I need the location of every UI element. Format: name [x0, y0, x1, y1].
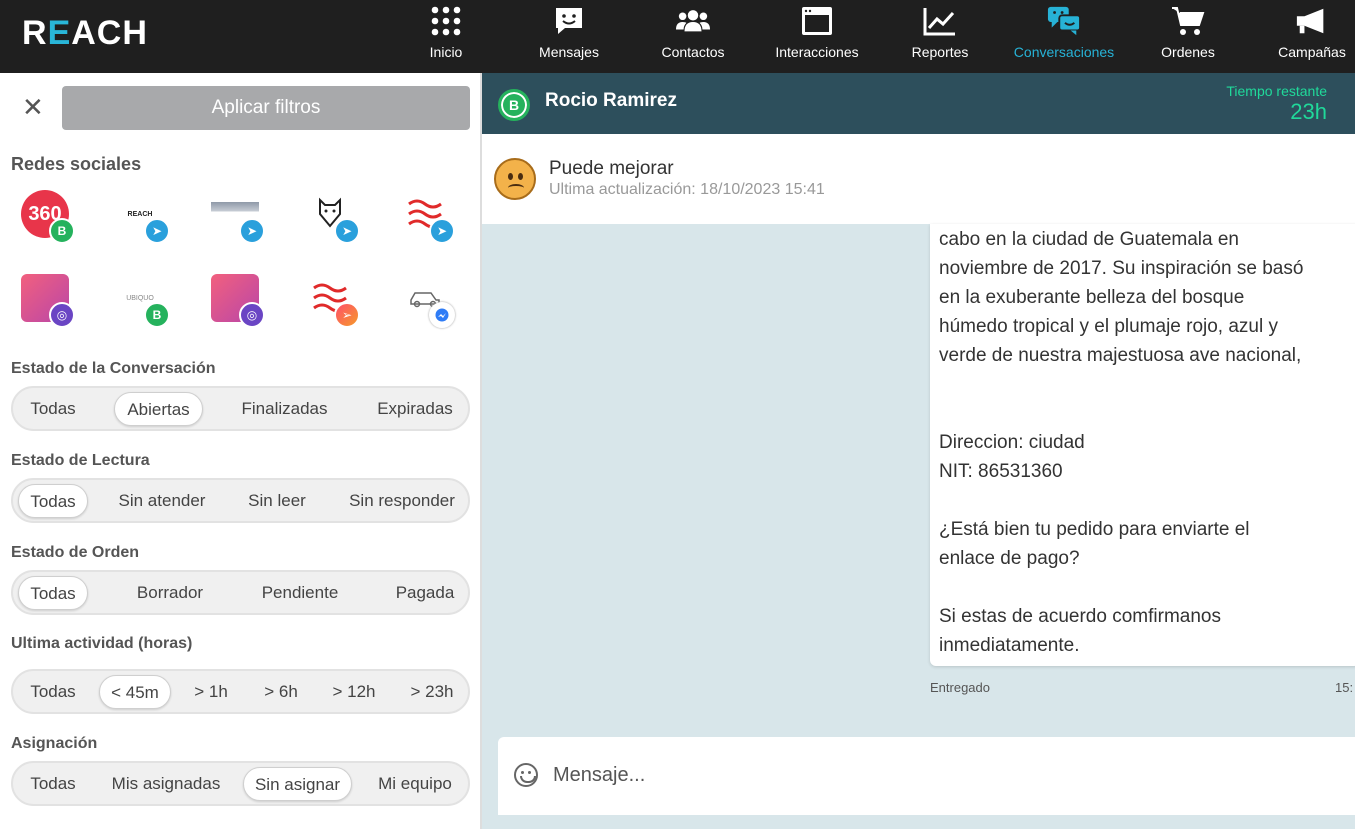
grid-icon	[429, 4, 463, 38]
reach-logo[interactable]: REACH	[22, 14, 148, 53]
social-network-reach[interactable]: REACH ➤	[116, 190, 176, 250]
conversation-state-expiradas[interactable]: Expiradas	[369, 392, 461, 426]
nav-label: Mensajes	[539, 44, 599, 60]
nav-reportes[interactable]: Reportes	[878, 0, 1002, 73]
conversation-state-finalizadas[interactable]: Finalizadas	[233, 392, 336, 426]
social-network-powerup[interactable]	[401, 274, 461, 334]
nav-interacciones[interactable]: Interacciones	[755, 0, 879, 73]
nav-mensajes[interactable]: Mensajes	[507, 0, 631, 73]
assignment-sin-asignar[interactable]: Sin asignar	[243, 767, 352, 801]
chart-icon	[923, 4, 957, 38]
read-state-title: Estado de Lectura	[11, 452, 150, 469]
nav-label: Inicio	[429, 44, 463, 60]
cart-icon	[1171, 4, 1205, 38]
social-network-ubiquo[interactable]: UBIQUO B	[116, 274, 176, 334]
social-network-jaguar[interactable]: ➤	[306, 190, 366, 250]
social-network-360[interactable]: 360 B	[21, 190, 81, 250]
filters-panel: ✕ Aplicar filtros Redes sociales 360 B R…	[0, 73, 482, 829]
top-navigation-bar: REACH Inicio Mensajes Contactos Interacc…	[0, 0, 1355, 73]
social-networks-title: Redes sociales	[11, 154, 142, 174]
message-input[interactable]	[553, 759, 1333, 791]
message-composer	[498, 737, 1355, 815]
social-network-waves[interactable]: ➤	[401, 190, 461, 250]
order-state-title: Estado de Orden	[11, 544, 140, 561]
last-activity-23h[interactable]: > 23h	[397, 675, 467, 709]
assignment-mi-equipo[interactable]: Mi equipo	[369, 767, 461, 801]
telegram-badge-icon: ➤	[144, 218, 170, 244]
sad-face-icon	[494, 158, 536, 200]
read-state-sin-leer[interactable]: Sin leer	[237, 484, 317, 518]
nav-label: Reportes	[911, 44, 969, 60]
assignment-todas[interactable]: Todas	[18, 767, 88, 801]
nav-conversaciones[interactable]: Conversaciones	[1002, 0, 1126, 73]
nav-label: Ordenes	[1161, 44, 1215, 60]
message-status: Entregado	[930, 680, 990, 695]
order-state-pagada[interactable]: Pagada	[385, 576, 465, 610]
megaphone-icon	[1295, 4, 1329, 38]
order-state-todas[interactable]: Todas	[18, 576, 88, 610]
nav-label: Contactos	[661, 44, 725, 60]
message-icon	[552, 4, 586, 38]
message-bubble: cabo en la ciudad de Guatemala en noviem…	[930, 224, 1355, 666]
window-icon	[800, 4, 834, 38]
last-activity-6h[interactable]: > 6h	[251, 675, 311, 709]
conversation-state-selector: Todas Abiertas Finalizadas Expiradas	[11, 386, 470, 431]
web-chat-badge-icon: ◎	[49, 302, 75, 328]
last-activity-1h[interactable]: > 1h	[181, 675, 241, 709]
remaining-time-value: 23h	[1290, 99, 1327, 124]
rating-updated: Ultima actualización: 18/10/2023 15:41	[549, 181, 825, 198]
order-state-pendiente[interactable]: Pendiente	[250, 576, 350, 610]
chat-bubbles-icon	[1047, 4, 1081, 38]
telegram-badge-icon: ➤	[429, 218, 455, 244]
whatsapp-badge-icon: B	[144, 302, 170, 328]
chat-panel: B Rocio Ramirez Tiempo restante 23h Pued…	[482, 73, 1355, 829]
web-chat-badge-icon: ◎	[239, 302, 265, 328]
chat-header: B Rocio Ramirez Tiempo restante 23h	[482, 73, 1355, 134]
conversation-state-abiertas[interactable]: Abiertas	[114, 392, 203, 426]
last-activity-selector: Todas < 45m > 1h > 6h > 12h > 23h	[11, 669, 470, 714]
whatsapp-business-icon: B	[498, 89, 530, 121]
nav-label: Conversaciones	[1013, 44, 1115, 60]
read-state-sin-responder[interactable]: Sin responder	[338, 484, 466, 518]
order-state-borrador[interactable]: Borrador	[125, 576, 215, 610]
whatsapp-badge-icon: B	[49, 218, 75, 244]
apply-filters-button[interactable]: Aplicar filtros	[62, 86, 470, 130]
last-activity-todas[interactable]: Todas	[18, 675, 88, 709]
conversation-state-title: Estado de la Conversación	[11, 360, 216, 377]
social-network-waves-2[interactable]: ➢	[306, 274, 366, 334]
message-time: 15:	[1335, 680, 1354, 695]
nav-contactos[interactable]: Contactos	[631, 0, 755, 73]
social-network-gradient-1[interactable]: ◎	[21, 274, 81, 334]
read-state-selector: Todas Sin atender Sin leer Sin responder	[11, 478, 470, 523]
nav-label: Interacciones	[775, 44, 859, 60]
nav-ordenes[interactable]: Ordenes	[1126, 0, 1250, 73]
social-network-photo[interactable]: ➤	[211, 190, 271, 250]
assignment-title: Asignación	[11, 735, 98, 752]
close-filters-button[interactable]: ✕	[22, 94, 44, 120]
social-network-gradient-2[interactable]: ◎	[211, 274, 271, 334]
conversation-state-todas[interactable]: Todas	[18, 392, 88, 426]
assignment-mis-asignadas[interactable]: Mis asignadas	[103, 767, 229, 801]
assignment-selector: Todas Mis asignadas Sin asignar Mi equip…	[11, 761, 470, 806]
rating-title: Puede mejorar	[549, 158, 674, 179]
contact-name[interactable]: Rocio Ramirez	[545, 90, 677, 112]
nav-label: Campañas	[1278, 44, 1346, 60]
read-state-sin-atender[interactable]: Sin atender	[107, 484, 217, 518]
nav-campanas[interactable]: Campañas	[1250, 0, 1355, 73]
telegram-badge-icon: ➤	[334, 218, 360, 244]
read-state-todas[interactable]: Todas	[18, 484, 88, 518]
contacts-icon	[676, 4, 710, 38]
remaining-time-label: Tiempo restante	[1226, 83, 1327, 99]
last-activity-45m[interactable]: < 45m	[99, 675, 171, 709]
flow-badge-icon: ➢	[334, 302, 360, 328]
nav-inicio[interactable]: Inicio	[384, 0, 508, 73]
last-activity-title: Ultima actividad (horas)	[11, 635, 193, 652]
message-text: cabo en la ciudad de Guatemala en noviem…	[939, 229, 1304, 656]
satisfaction-rating: Puede mejorar Ultima actualización: 18/1…	[482, 134, 1355, 224]
last-activity-12h[interactable]: > 12h	[321, 675, 387, 709]
emoji-icon[interactable]	[514, 763, 538, 787]
order-state-selector: Todas Borrador Pendiente Pagada	[11, 570, 470, 615]
messenger-badge-icon	[429, 302, 455, 328]
telegram-badge-icon: ➤	[239, 218, 265, 244]
